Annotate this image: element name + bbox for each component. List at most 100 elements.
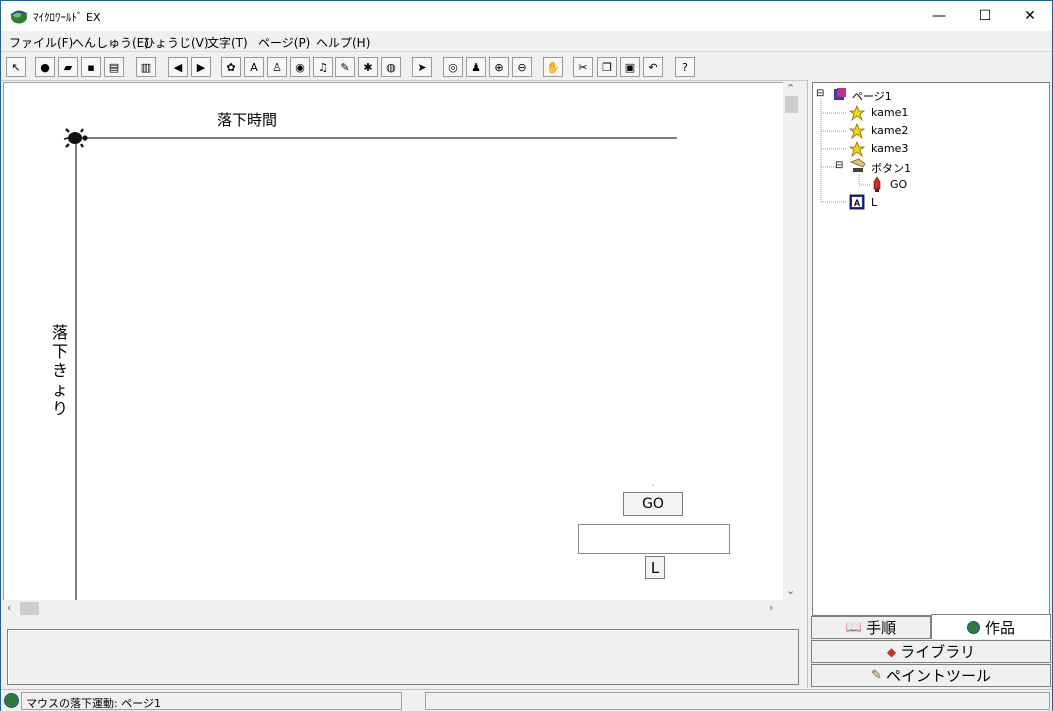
drawing-canvas[interactable]: 落下時間 落 下 き ょ り ˙ GO L <box>3 82 783 600</box>
menu-bar: ファイル(F) へんしゅう(E) ひょうじ(V) 文字(T) ページ(P) ヘル… <box>1 31 1052 52</box>
zoom-in-button[interactable]: ⊕ <box>489 57 509 77</box>
help-icon: ? <box>682 60 688 74</box>
title-bar[interactable]: ﾏｲｸﾛﾜｰﾙﾄﾞ EX — ☐ ✕ <box>1 1 1052 31</box>
scroll-right-icon[interactable]: › <box>769 601 773 614</box>
scroll-up-icon[interactable]: ⌃ <box>786 82 795 95</box>
output-field[interactable] <box>578 524 730 554</box>
expand-toggle-button1[interactable]: ⊟ <box>835 160 843 171</box>
expand-toggle-page1[interactable]: ⊟ <box>816 88 824 99</box>
sphere-button[interactable]: ◍ <box>381 57 401 77</box>
undo-button[interactable]: ↶ <box>643 57 663 77</box>
forward-arrow-icon: ▶ <box>196 60 206 74</box>
tree-item-button1[interactable]: ボタン1 <box>871 160 911 176</box>
zoom-out-button[interactable]: ⊖ <box>512 57 532 77</box>
open-folder-button[interactable]: ▰ <box>58 57 78 77</box>
stamp-button[interactable]: ♟ <box>466 57 486 77</box>
tab-procedure[interactable]: 📖 手順 <box>811 616 931 639</box>
print-icon: ▤ <box>108 60 120 74</box>
turtle-button[interactable]: ✿ <box>221 57 241 77</box>
canvas-axes <box>63 128 677 600</box>
stamp-icon: ♟ <box>471 60 481 74</box>
label-distance-char: 下 <box>51 342 68 361</box>
scissors-icon: ✂ <box>578 60 588 74</box>
forward-arrow-button[interactable]: ▶ <box>191 57 211 77</box>
field-tool-button[interactable]: ◉ <box>290 57 310 77</box>
globe-icon <box>966 620 980 634</box>
copy-icon: ❐ <box>602 60 612 74</box>
tree-item-l[interactable]: L <box>871 196 877 209</box>
horizontal-scrollbar[interactable]: ‹ › <box>3 600 783 617</box>
print-button[interactable]: ▤ <box>104 57 124 77</box>
pen-icon: ✎ <box>340 60 350 74</box>
sphere-icon: ◍ <box>386 60 396 74</box>
vertical-scrollbar[interactable]: ⌃ ⌄ <box>783 82 800 600</box>
label-distance-char: ょ <box>51 380 68 399</box>
page-icon <box>834 88 846 100</box>
back-arrow-button[interactable]: ◀ <box>168 57 188 77</box>
tab-procedure-label: 手順 <box>866 619 897 637</box>
tab-library[interactable]: ◆ ライブラリ <box>811 640 1051 663</box>
turtle-icon <box>849 123 865 139</box>
tab-works[interactable]: 作品 <box>931 614 1051 639</box>
maximize-button[interactable]: ☐ <box>962 1 1008 31</box>
stop-hand-icon: ✋ <box>546 60 560 74</box>
tree-item-page1[interactable]: ページ1 <box>852 88 892 104</box>
tree-item-kame2[interactable]: kame2 <box>871 124 908 137</box>
pen-button[interactable]: ✎ <box>335 57 355 77</box>
scroll-down-icon[interactable]: ⌄ <box>786 584 795 597</box>
open-folder-icon: ▰ <box>63 60 73 74</box>
help-button[interactable]: ? <box>675 57 695 77</box>
label-distance-char: り <box>51 399 68 418</box>
button-tool-icon: ♙ <box>272 60 282 74</box>
menu-page[interactable]: ページ(P) <box>258 34 310 51</box>
copy-button[interactable]: ❐ <box>597 57 617 77</box>
text-box-button[interactable]: A <box>244 57 264 77</box>
menu-edit[interactable]: へんしゅう(E) <box>72 34 149 51</box>
select-arrow-button[interactable]: ↖ <box>6 57 26 77</box>
close-button[interactable]: ✕ <box>1007 1 1053 31</box>
page-layout-button[interactable]: ▥ <box>136 57 156 77</box>
button-tool-button[interactable]: ♙ <box>267 57 287 77</box>
book-icon: 📖 <box>845 620 863 635</box>
menu-view[interactable]: ひょうじ(V) <box>143 34 209 51</box>
object-tree[interactable]: ⊟ ページ1 kame1 kame2 kame3 ⊟ ボタン1 GO A L <box>812 82 1050 616</box>
horizontal-scroll-thumb[interactable] <box>20 602 39 615</box>
brush-icon: ✎ <box>871 668 882 683</box>
zoom-in-icon: ⊕ <box>494 60 504 74</box>
eye-icon: ◎ <box>448 60 458 74</box>
button-icon <box>849 158 866 172</box>
message-panel <box>7 629 799 685</box>
scroll-left-icon[interactable]: ‹ <box>7 601 11 614</box>
eye-button[interactable]: ◎ <box>443 57 463 77</box>
vertical-scroll-thumb[interactable] <box>785 96 798 113</box>
go-button[interactable]: GO <box>623 492 683 516</box>
text-l-box[interactable]: L <box>645 556 665 579</box>
label-fall-time: 落下時間 <box>217 111 278 129</box>
menu-text[interactable]: 文字(T) <box>207 34 248 51</box>
stop-hand-button[interactable]: ✋ <box>543 57 563 77</box>
status-globe-icon <box>4 693 19 708</box>
movie-button[interactable]: ✱ <box>358 57 378 77</box>
tab-paint-tool[interactable]: ✎ ペイントツール <box>811 664 1051 687</box>
undo-icon: ↶ <box>648 60 658 74</box>
window-title: ﾏｲｸﾛﾜｰﾙﾄﾞ EX <box>33 11 101 24</box>
paste-button[interactable]: ▣ <box>620 57 640 77</box>
globe-button[interactable]: ● <box>35 57 55 77</box>
tree-item-kame1[interactable]: kame1 <box>871 106 908 119</box>
menu-help[interactable]: ヘルプ(H) <box>316 34 370 51</box>
tree-item-kame3[interactable]: kame3 <box>871 142 908 155</box>
save-button[interactable]: ▪ <box>81 57 101 77</box>
turtle-icon <box>849 105 865 121</box>
pointer-button[interactable]: ➤ <box>412 57 432 77</box>
zoom-out-icon: ⊖ <box>517 60 527 74</box>
panel-tabs: 📖 手順 作品 ◆ ライブラリ ✎ ペイントツール <box>811 614 1051 688</box>
tree-item-go[interactable]: GO <box>890 178 907 191</box>
paste-icon: ▣ <box>624 60 636 74</box>
rocket-icon <box>873 176 881 192</box>
right-panel: ⊟ ページ1 kame1 kame2 kame3 ⊟ ボタン1 GO A L 📖… <box>807 80 1052 688</box>
scissors-button[interactable]: ✂ <box>573 57 593 77</box>
music-button[interactable]: ♫ <box>313 57 333 77</box>
minimize-button[interactable]: — <box>916 1 962 31</box>
menu-file[interactable]: ファイル(F) <box>9 34 73 51</box>
status-bar: マウスの落下運動: ページ1 <box>1 689 1052 711</box>
